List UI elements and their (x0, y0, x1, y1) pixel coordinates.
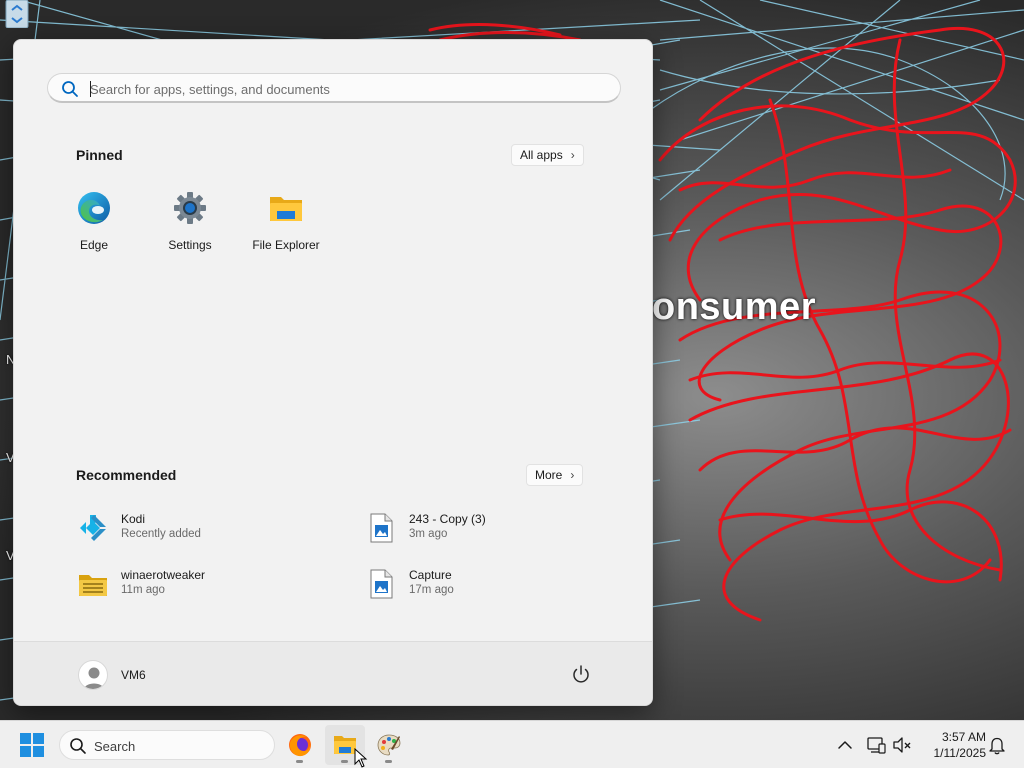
mouse-cursor-icon (354, 748, 368, 768)
recommended-item-capture[interactable]: Capture 17m ago (365, 564, 615, 604)
text-caret (90, 81, 91, 97)
pinned-app-label: Edge (79, 238, 109, 252)
kodi-icon (80, 515, 106, 541)
zip-folder-icon (79, 575, 107, 596)
search-input[interactable] (90, 78, 610, 100)
recommended-item-time: 11m ago (121, 584, 165, 596)
running-indicator (341, 760, 348, 763)
recommended-item-name: 243 - Copy (3) (409, 512, 486, 526)
wallpaper-text: onsumer (652, 286, 816, 328)
recommended-item-time: Recently added (121, 528, 201, 540)
recommended-item-kodi[interactable]: Kodi Recently added (77, 508, 327, 548)
chevron-up-icon[interactable] (835, 735, 855, 755)
all-apps-button[interactable]: All apps › (511, 144, 584, 166)
pinned-app-label: Settings (168, 238, 212, 252)
firefox-icon (289, 734, 311, 757)
volume-muted-icon[interactable] (892, 735, 912, 755)
image-file-icon (370, 513, 393, 543)
recommended-item-winaerotweaker[interactable]: winaerotweaker 11m ago (77, 564, 327, 604)
taskbar-app-firefox[interactable] (280, 725, 320, 765)
start-button[interactable] (12, 725, 52, 765)
taskbar: Search 3:57 AM 1/11/2025 (0, 720, 1024, 768)
pinned-app-edge[interactable]: Edge (52, 191, 136, 261)
clock-time: 3:57 AM (941, 730, 986, 744)
edge-icon (78, 192, 110, 224)
user-name[interactable]: VM6 (121, 668, 146, 682)
user-icon (83, 667, 105, 689)
recommended-item-time: 3m ago (409, 528, 448, 540)
recommended-item-name: winaerotweaker (121, 568, 206, 582)
pinned-title: Pinned (76, 147, 123, 163)
pinned-app-label: File Explorer (252, 238, 320, 252)
recycle-bin-icon[interactable] (0, 0, 34, 28)
folder-icon (270, 197, 302, 221)
recommended-item-time: 17m ago (409, 584, 454, 596)
recommended-item-name: Kodi (121, 512, 146, 526)
power-icon[interactable] (570, 664, 592, 686)
taskbar-clock[interactable]: 3:57 AM 1/11/2025 (918, 729, 987, 761)
running-indicator (385, 760, 392, 763)
recommended-item-name: Capture (409, 568, 452, 582)
more-label: More (535, 468, 563, 482)
recommended-title: Recommended (76, 467, 177, 483)
chevron-right-icon: › (570, 468, 575, 482)
paint-icon (377, 734, 401, 756)
start-search-box[interactable] (47, 73, 621, 103)
search-icon (70, 738, 86, 754)
gear-icon (174, 192, 206, 224)
user-avatar[interactable] (78, 660, 108, 690)
taskbar-app-paint[interactable] (369, 725, 409, 765)
more-button[interactable]: More › (526, 464, 584, 486)
pinned-app-settings[interactable]: Settings (148, 191, 232, 261)
pinned-app-file-explorer[interactable]: File Explorer (244, 191, 328, 261)
network-icon[interactable] (866, 735, 886, 755)
search-icon (62, 81, 78, 97)
windows-logo-icon (20, 733, 44, 757)
taskbar-search-label: Search (94, 739, 136, 754)
notification-bell-icon[interactable] (987, 735, 1007, 755)
running-indicator (296, 760, 303, 763)
start-menu-footer: VM6 (14, 641, 652, 705)
image-file-icon (370, 569, 393, 599)
taskbar-search-box[interactable]: Search (59, 730, 275, 760)
start-menu: Pinned All apps › Edge (13, 39, 653, 706)
chevron-right-icon: › (570, 148, 575, 162)
recommended-item-image-243[interactable]: 243 - Copy (3) 3m ago (365, 508, 615, 548)
all-apps-label: All apps (520, 148, 563, 162)
clock-date: 1/11/2025 (933, 746, 987, 760)
